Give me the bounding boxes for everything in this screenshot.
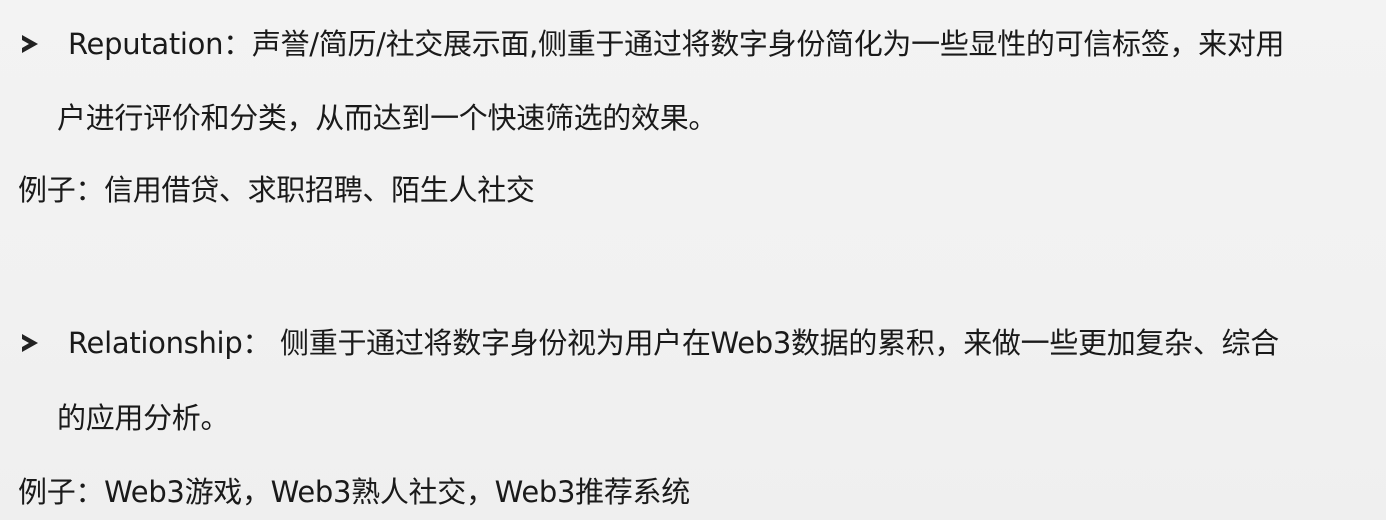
reputation-example: 例子：信用借贷、求职招聘、陌生人社交 [18, 173, 535, 207]
relationship-line-2: 的应用分析。 [57, 401, 230, 435]
arrow-bullet-icon [22, 334, 38, 352]
relationship-line-1: Relationship： 侧重于通过将数字身份视为用户在Web3数据的累积，来… [68, 326, 1279, 360]
reputation-line-2: 户进行评价和分类，从而达到一个快速筛选的效果。 [57, 101, 718, 135]
arrow-bullet-icon [22, 35, 38, 53]
relationship-example: 例子：Web3游戏，Web3熟人社交，Web3推荐系统 [18, 475, 690, 509]
reputation-line-1: Reputation：声誉/简历/社交展示面,侧重于通过将数字身份简化为一些显性… [68, 27, 1285, 61]
slide-page: Reputation：声誉/简历/社交展示面,侧重于通过将数字身份简化为一些显性… [0, 0, 1386, 520]
